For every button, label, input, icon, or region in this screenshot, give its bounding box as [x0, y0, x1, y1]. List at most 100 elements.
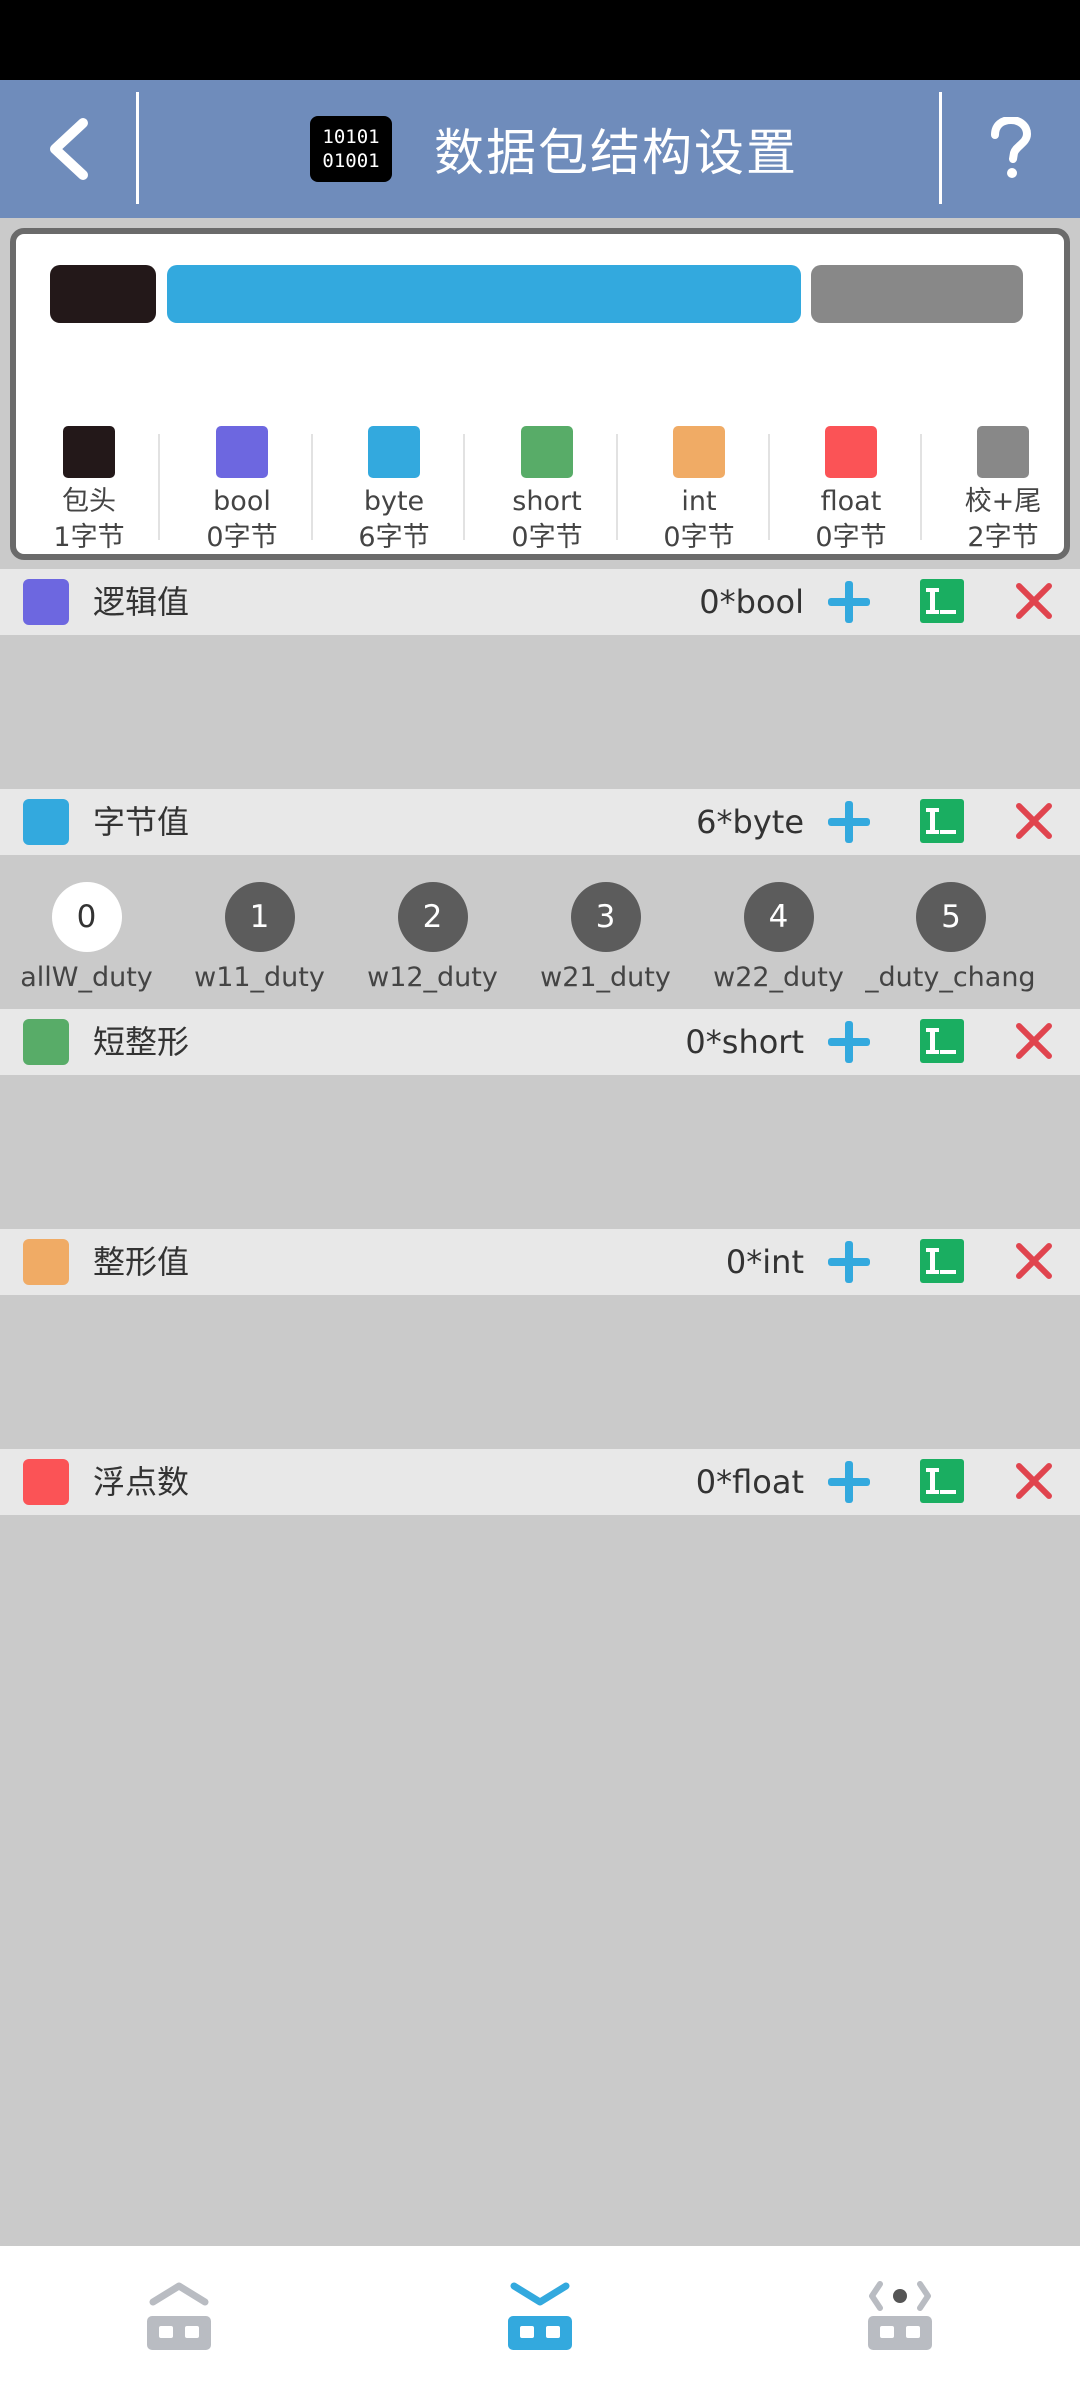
- section-title: 短整形: [93, 1023, 190, 1061]
- byte-item[interactable]: 0 allW_duty: [0, 882, 173, 993]
- section-count: 0*float: [695, 1463, 804, 1501]
- add-float-button[interactable]: [826, 1459, 872, 1505]
- legend-item-header: 包头 1字节: [36, 426, 142, 556]
- add-byte-button[interactable]: [826, 799, 872, 845]
- delete-int-button[interactable]: [1014, 1241, 1054, 1281]
- add-short-button[interactable]: [826, 1019, 872, 1065]
- byte-index-badge: 1: [224, 882, 295, 952]
- legend-item-checksum-tail: 校+尾 2字节: [950, 426, 1056, 556]
- legend-bytes: 1字节: [53, 522, 125, 553]
- byte-index-badge: 3: [570, 882, 641, 952]
- add-bool-button[interactable]: [826, 579, 872, 625]
- packet-structure-card: 包头 1字节 bool 0字节 byte 6字节 short 0字节 int 0…: [10, 228, 1070, 560]
- section-color-swatch: [23, 799, 69, 845]
- section-count: 0*int: [725, 1243, 804, 1281]
- byte-item-name: w22_duty: [713, 962, 844, 993]
- legend-swatch: [368, 426, 420, 478]
- app-header: 10101 01001 数据包结构设置: [0, 80, 1080, 218]
- binary-icon-line2: 01001: [322, 150, 380, 172]
- delete-short-button[interactable]: [1014, 1021, 1054, 1061]
- byte-index-badge: 5: [916, 882, 986, 952]
- byte-index-badge: 0: [51, 882, 122, 952]
- delete-float-button[interactable]: [1014, 1461, 1054, 1501]
- byte-item[interactable]: 1 w11_duty: [173, 882, 346, 993]
- legend-label: 校+尾: [964, 486, 1042, 517]
- binary-icon-line1: 10101: [322, 126, 380, 148]
- legend-swatch: [216, 426, 268, 478]
- section-title: 逻辑值: [93, 583, 190, 621]
- section-color-swatch: [23, 1239, 69, 1285]
- legend-label: bool: [213, 486, 271, 517]
- structure-segment-header: [50, 265, 156, 323]
- legend-label: 包头: [62, 486, 116, 517]
- section-header-bool: 逻辑值 0*bool: [0, 569, 1080, 635]
- legend-bytes: 0字节: [815, 522, 887, 553]
- question-mark-icon: [991, 117, 1032, 178]
- legend-swatch: [825, 426, 877, 478]
- title-wrap: 10101 01001 数据包结构设置: [310, 114, 798, 184]
- section-title: 浮点数: [93, 1463, 190, 1501]
- section-count: 0*short: [685, 1023, 804, 1061]
- rename-byte-button[interactable]: [920, 799, 964, 843]
- rename-float-button[interactable]: [920, 1459, 964, 1503]
- byte-item[interactable]: 5 _duty_change: [865, 882, 1037, 993]
- legend-divider: [311, 434, 313, 540]
- structure-segment-byte: [167, 265, 801, 323]
- rename-int-button[interactable]: [920, 1239, 964, 1283]
- legend-label: short: [512, 486, 582, 517]
- section-color-swatch: [23, 1019, 69, 1065]
- byte-item-name: w21_duty: [540, 962, 671, 993]
- back-button[interactable]: [0, 80, 136, 218]
- byte-item[interactable]: 3 w21_duty: [519, 882, 692, 993]
- byte-item-name: _duty_change: [865, 962, 1037, 993]
- chevron-left-icon: [50, 118, 88, 180]
- help-button[interactable]: [942, 80, 1080, 218]
- byte-item-name: allW_duty: [20, 962, 153, 993]
- legend-bytes: 0字节: [206, 522, 278, 553]
- header-divider-left: [136, 92, 139, 204]
- section-count: 6*byte: [696, 803, 804, 841]
- section-header-float: 浮点数 0*float: [0, 1449, 1080, 1515]
- legend-bytes: 2字节: [967, 522, 1039, 553]
- legend-label: int: [681, 486, 717, 517]
- legend-item-byte: byte 6字节: [341, 426, 447, 556]
- section-header-int: 整形值 0*int: [0, 1229, 1080, 1295]
- legend-swatch: [521, 426, 573, 478]
- legend-swatch: [63, 426, 115, 478]
- delete-bool-button[interactable]: [1014, 581, 1054, 621]
- robot-down-icon[interactable]: [500, 2276, 580, 2356]
- structure-segment-checksum-tail: [811, 265, 1023, 323]
- robot-code-icon[interactable]: [860, 2276, 940, 2356]
- page-title: 数据包结构设置: [434, 124, 798, 182]
- section-title: 整形值: [93, 1243, 190, 1281]
- add-int-button[interactable]: [826, 1239, 872, 1285]
- rename-bool-button[interactable]: [920, 579, 964, 623]
- legend-item-short: short 0字节: [494, 426, 600, 556]
- byte-item-name: w11_duty: [194, 962, 325, 993]
- legend-label: float: [820, 486, 882, 517]
- section-header-short: 短整形 0*short: [0, 1009, 1080, 1075]
- byte-item[interactable]: 4 w22_duty: [692, 882, 865, 993]
- legend-divider: [920, 434, 922, 540]
- legend-divider: [463, 434, 465, 540]
- legend-swatch: [673, 426, 725, 478]
- legend-bytes: 6字节: [358, 522, 430, 553]
- section-color-swatch: [23, 1459, 69, 1505]
- section-color-swatch: [23, 579, 69, 625]
- byte-index-badge: 2: [397, 882, 468, 952]
- bottom-nav: [0, 2246, 1080, 2400]
- section-count: 0*bool: [699, 583, 804, 621]
- binary-data-icon: 10101 01001: [310, 116, 392, 182]
- section-header-byte: 字节值 6*byte: [0, 789, 1080, 855]
- legend-swatch: [977, 426, 1029, 478]
- byte-index-badge: 4: [743, 882, 814, 952]
- rename-short-button[interactable]: [920, 1019, 964, 1063]
- robot-up-icon[interactable]: [139, 2276, 219, 2356]
- legend-item-int: int 0字节: [646, 426, 752, 556]
- byte-item[interactable]: 2 w12_duty: [346, 882, 519, 993]
- delete-byte-button[interactable]: [1014, 801, 1054, 841]
- legend-divider: [158, 434, 160, 540]
- legend-bytes: 0字节: [663, 522, 735, 553]
- byte-item-name: w12_duty: [367, 962, 498, 993]
- legend-item-bool: bool 0字节: [189, 426, 295, 556]
